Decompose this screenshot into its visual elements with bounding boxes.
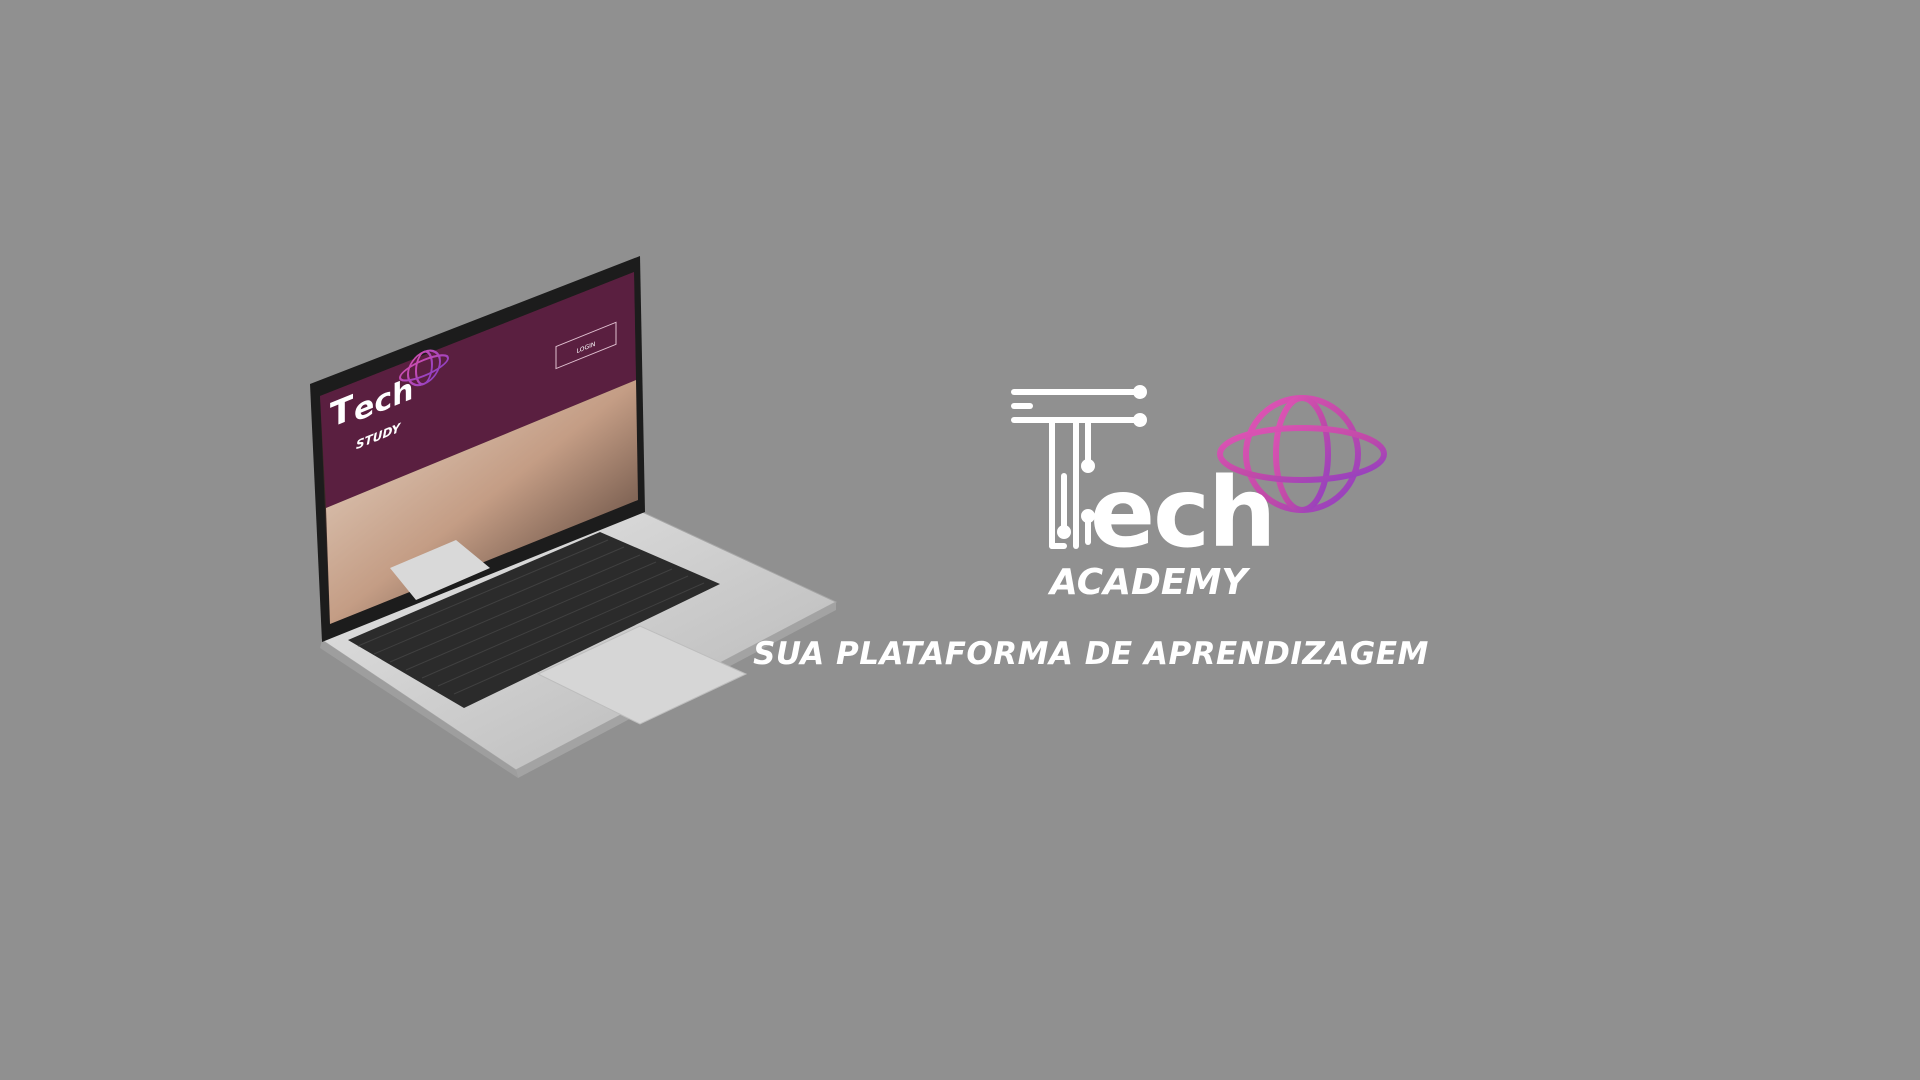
laptop-mockup: T ech STUDY LOGIN: [310, 256, 838, 778]
tech-academy-logo: ech ACADEMY: [1011, 385, 1387, 603]
tagline: SUA PLATAFORMA DE APRENDIZAGEM: [753, 636, 1429, 672]
logo-subtitle: ACADEMY: [1047, 562, 1251, 603]
logo-word: ech: [1090, 457, 1274, 569]
banner: T ech STUDY LOGIN ech ACADEMY SUA PLATAF…: [0, 0, 1920, 1080]
